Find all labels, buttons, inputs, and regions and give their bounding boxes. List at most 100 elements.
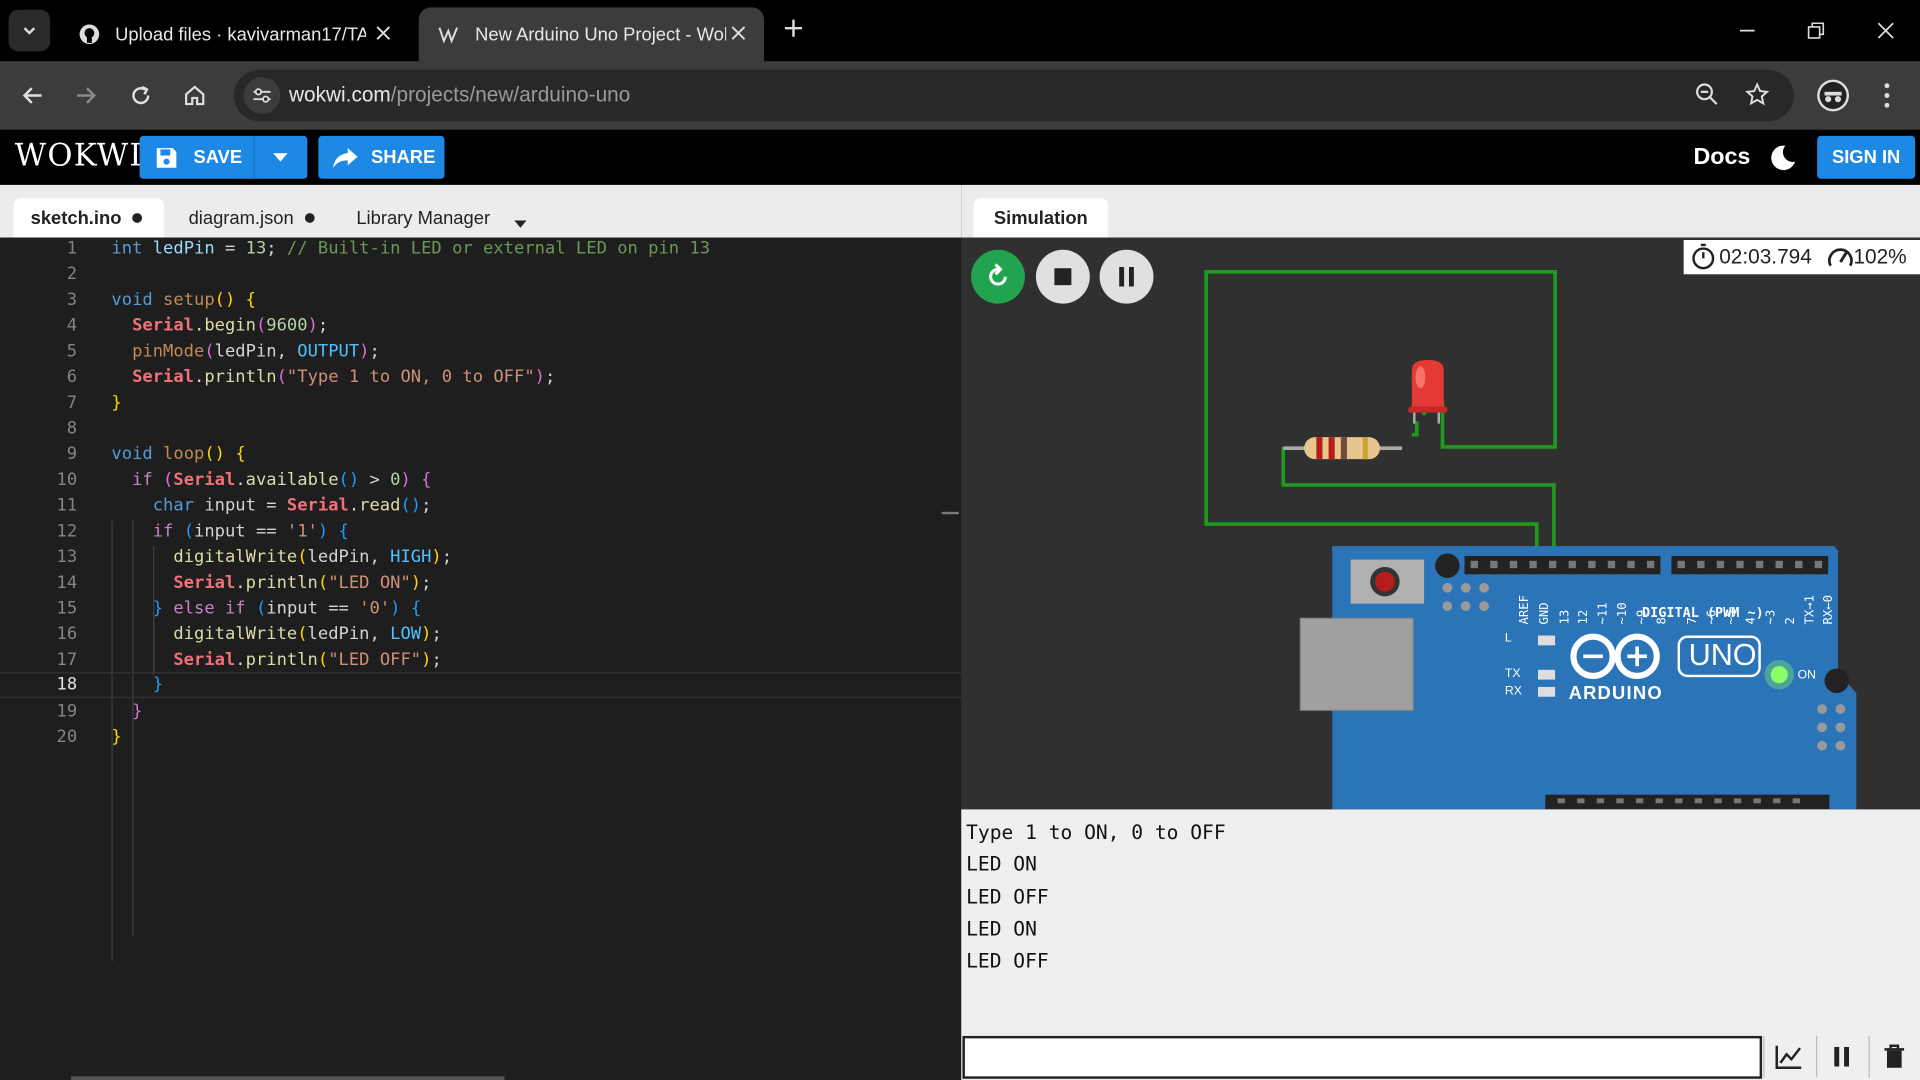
line-number: 3 <box>66 290 78 310</box>
code-text: pinMode(ledPin, OUTPUT); <box>132 341 380 362</box>
line-number: 2 <box>66 264 78 285</box>
line-number: 13 <box>56 547 78 567</box>
tab-sketch-ino[interactable]: sketch.ino <box>13 198 165 238</box>
home-icon <box>185 85 205 106</box>
code-line: 4 Serial.begin(9600); <box>0 315 961 341</box>
plotter-button[interactable] <box>1763 1035 1812 1078</box>
close-icon[interactable] <box>727 22 749 44</box>
restore-button[interactable] <box>1800 15 1832 47</box>
editor-horizontal-scrollbar[interactable] <box>71 1076 505 1080</box>
address-bar[interactable]: wokwi.com/projects/new/arduino-uno <box>233 69 1794 122</box>
line-number: 12 <box>56 521 78 542</box>
code-text: } <box>111 393 122 413</box>
code-line: 3 void setup() { <box>0 289 961 315</box>
app-header: WOKWI SAVE SHARE Docs SIGN IN <box>0 129 1920 185</box>
line-number: 20 <box>56 727 78 747</box>
line-number: 5 <box>66 341 78 362</box>
led-label-tx: TX <box>1504 667 1521 681</box>
sign-in-button[interactable]: SIGN IN <box>1817 135 1916 179</box>
code-text: } <box>111 727 122 747</box>
code-text: char input = Serial.read(); <box>152 495 432 516</box>
reload-icon <box>132 85 150 105</box>
pin-label: GND <box>1537 602 1552 625</box>
code-line: 14 Serial.println("LED ON"); <box>0 572 961 598</box>
site-info-button[interactable] <box>243 77 281 114</box>
line-number: 11 <box>56 495 78 516</box>
pin-label: ~11 <box>1596 602 1611 625</box>
line-number: 17 <box>56 650 78 670</box>
pause-serial-button[interactable] <box>1815 1035 1865 1078</box>
code-text: Serial.println("LED ON"); <box>173 573 432 593</box>
tab-label: Library Manager <box>356 207 491 229</box>
share-arrow-icon <box>333 147 358 168</box>
code-line: 19 } <box>0 700 961 726</box>
docs-link[interactable]: Docs <box>1693 144 1750 171</box>
tab-diagram-json[interactable]: diagram.json <box>171 198 331 237</box>
browser-tab-strip: Upload files · kavivarman17/TAS New Ardu… <box>0 0 1920 62</box>
line-number: 18 <box>56 674 78 695</box>
close-icon[interactable] <box>372 22 394 44</box>
save-dropdown-button[interactable] <box>255 136 306 179</box>
tab-library-manager[interactable]: Library Manager <box>339 198 507 237</box>
back-button[interactable] <box>17 80 49 112</box>
minimize-button[interactable] <box>1731 15 1763 47</box>
line-number: 9 <box>66 444 78 465</box>
wokwi-logo[interactable]: WOKWI <box>15 137 143 173</box>
simulation-canvas[interactable]: 02:03.794 102% UNO ARDUINO DIGITAL (PWM … <box>961 237 1920 810</box>
serial-line: LED OFF <box>966 885 1049 909</box>
pin-label: 12 <box>1577 609 1591 625</box>
led-label-on: ON <box>1797 668 1816 683</box>
bookmark-button[interactable] <box>1745 82 1772 109</box>
more-vert-icon <box>1884 83 1890 108</box>
serial-line: LED ON <box>966 852 1037 876</box>
pin-label: 7 <box>1686 617 1700 625</box>
github-icon <box>78 23 100 45</box>
pin-label: 4 <box>1744 617 1759 625</box>
code-text: void loop() { <box>111 444 246 465</box>
browser-menu-button[interactable] <box>1875 80 1899 112</box>
code-text: } else if (input == '0') { <box>152 598 422 619</box>
share-button[interactable]: SHARE <box>318 135 445 179</box>
pin-label: AREF <box>1518 594 1532 625</box>
line-number: 4 <box>66 315 78 336</box>
tab-search-button[interactable] <box>8 9 51 52</box>
clear-serial-button[interactable] <box>1868 1035 1918 1078</box>
code-editor[interactable]: 1 int ledPin = 13; // Built-in LED or ext… <box>0 237 962 1080</box>
arduino-board <box>1299 546 1857 810</box>
code-text: digitalWrite(ledPin, HIGH); <box>173 547 453 567</box>
tab-simulation[interactable]: Simulation <box>973 198 1109 238</box>
tab-title: Upload files · kavivarman17/TAS <box>115 23 367 45</box>
browser-tab-wokwi[interactable]: New Arduino Uno Project - Wol <box>418 7 765 62</box>
forward-button[interactable] <box>70 80 102 112</box>
pin-label: 8 <box>1655 617 1669 625</box>
pin-label: ~6 <box>1705 609 1720 625</box>
led-label-l: L <box>1504 631 1512 646</box>
zoom-button[interactable] <box>1695 82 1722 109</box>
led-label-rx: RX <box>1504 684 1522 698</box>
browser-tab-github[interactable]: Upload files · kavivarman17/TAS <box>59 7 409 61</box>
editor-scroll-marker <box>941 511 959 515</box>
pin-label: TX→1 <box>1803 594 1818 625</box>
serial-line: LED OFF <box>966 948 1049 973</box>
new-tab-button[interactable] <box>780 17 807 44</box>
save-button[interactable]: SAVE <box>140 135 255 179</box>
save-label: SAVE <box>193 146 243 168</box>
reload-button[interactable] <box>125 80 157 112</box>
pin-label: 2 <box>1784 617 1798 625</box>
plus-icon <box>784 19 803 37</box>
line-number: 10 <box>56 470 78 490</box>
code-line: 7} <box>0 392 961 418</box>
code-line: 15 } else if (input == '0') { <box>0 598 961 624</box>
home-button[interactable] <box>179 80 211 112</box>
serial-input[interactable] <box>962 1035 1763 1079</box>
code-line: 13 digitalWrite(ledPin, HIGH); <box>0 546 961 572</box>
close-window-button[interactable] <box>1870 15 1902 47</box>
profile-avatar[interactable] <box>1817 79 1849 112</box>
serial-line: Type 1 to ON, 0 to OFF <box>966 820 1226 844</box>
code-text: Serial.begin(9600); <box>132 315 329 336</box>
line-number: 1 <box>66 238 78 259</box>
editor-tabs-dropdown[interactable] <box>514 212 531 228</box>
board-model: UNO <box>1688 637 1757 673</box>
floppy-icon <box>156 147 177 168</box>
dark-mode-toggle[interactable] <box>1768 143 1797 172</box>
